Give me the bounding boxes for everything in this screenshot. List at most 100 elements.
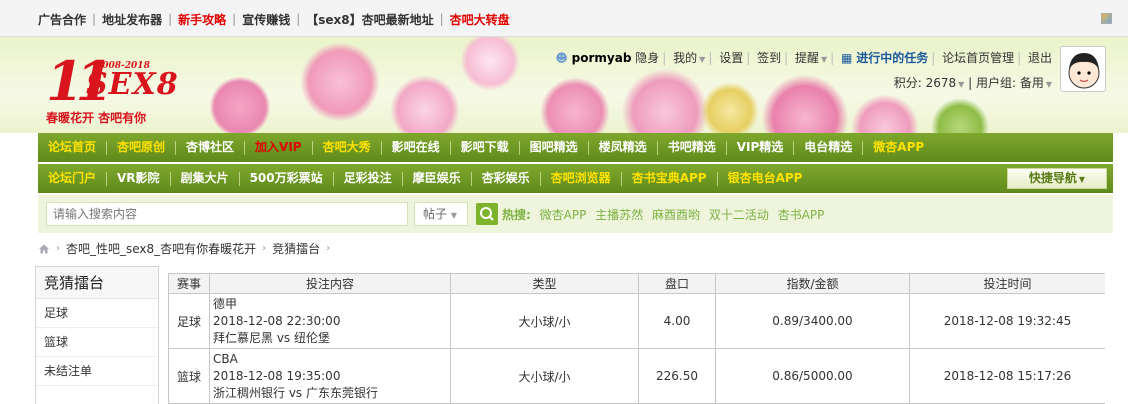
secondary-nav-item[interactable]: 杏吧浏览器 [541,164,621,193]
chevron-down-icon: ▼ [1045,80,1052,89]
flower-decoration [850,93,920,133]
search-type-select[interactable]: 帖子 ▼ [414,202,468,226]
bets-table: 赛事 投注内容 类型 盘口 指数/金额 投注时间 足球 德甲 2018-12-0… [168,273,1105,404]
bets-table-wrapper: 赛事 投注内容 类型 盘口 指数/金额 投注时间 足球 德甲 2018-12-0… [168,273,1105,404]
main-nav-item[interactable]: VIP精选 [727,133,794,162]
hot-search-item[interactable]: 杏书APP [778,208,825,222]
table-row: 足球 德甲 2018-12-08 22:30:00 拜仁慕尼黑 vs 纽伦堡 大… [168,293,1105,349]
cell-line: 226.50 [638,348,716,404]
secondary-nav-item[interactable]: 论坛门户 [38,164,106,193]
top-link-latest[interactable]: 【sex8】杏吧最新地址 [306,11,433,28]
user-link-checkin[interactable]: 签到 [757,51,781,65]
main-nav-item[interactable]: 书吧精选 [658,133,726,162]
top-links: 广告合作 | 地址发布器 | 新手攻略 | 宣传赚钱 | 【sex8】杏吧最新地址 | 杏… [38,11,510,28]
flower-decoration [390,75,460,133]
main-nav-item[interactable]: 楼凤精选 [589,133,657,162]
flower-decoration [930,97,990,133]
top-link-ads[interactable]: 广告合作 [38,11,86,28]
hot-search-item[interactable]: 麻酉酉哟 [652,208,700,222]
hot-search-item[interactable]: 双十二活动 [709,208,769,222]
user-link-invisible[interactable]: 隐身 [635,51,659,65]
user-link-settings[interactable]: 设置 [719,51,743,65]
main-nav-item[interactable]: 影吧在线 [382,133,450,162]
main-nav-item[interactable]: 杏博社区 [176,133,244,162]
user-icon: ☻ [555,51,568,65]
search-input[interactable]: 请输入搜索内容 [46,202,408,226]
user-panel: ☻ pormyab 隐身 | 我的 ▼ | 设置 | 签到 | 提醒 ▼ | ▦ 进行中的任务… [555,51,1052,90]
site-logo[interactable]: 11 2008-2018 SEX8 春暖花开 杏吧有你 [46,53,196,127]
top-link-promo[interactable]: 宣传赚钱 [242,11,290,28]
quick-nav-button[interactable]: 快捷导航 ▼ [1007,168,1107,189]
main-nav-item[interactable]: 图吧精选 [520,133,588,162]
secondary-nav-item[interactable]: 银杏电台APP [718,164,813,193]
secondary-nav: 论坛门户 VR影院 剧集大片 500万彩票站 足彩投注 摩臣娱乐 杏彩娱乐 杏吧浏览器 杏书宝典… [38,164,1113,193]
user-link-admin[interactable]: 论坛首页管理 [942,51,1014,65]
main-nav-item[interactable]: 论坛首页 [38,133,106,162]
main-nav-item[interactable]: 微杏APP [863,133,934,162]
secondary-nav-item[interactable]: VR影院 [107,164,170,193]
secondary-nav-item[interactable]: 摩臣娱乐 [403,164,471,193]
column-header: 盘口 [638,273,716,294]
secondary-nav-item[interactable]: 杏彩娱乐 [472,164,540,193]
main-nav-item[interactable]: 影吧下载 [451,133,519,162]
bet-league: 德甲 [213,296,238,311]
secondary-nav-item[interactable]: 500万彩票站 [240,164,333,193]
breadcrumb-home[interactable]: 杏吧_性吧_sex8_杏吧有你春暖花开 [66,241,256,257]
user-link-mine[interactable]: 我的 [673,51,697,65]
secondary-nav-item[interactable]: 杏书宝典APP [622,164,717,193]
top-link-address[interactable]: 地址发布器 [102,11,162,28]
bet-match-time: 2018-12-08 22:30:00 [213,313,341,328]
avatar[interactable] [1060,46,1106,92]
bet-match: 拜仁慕尼黑 vs 纽伦堡 [213,330,330,345]
breadcrumb-current[interactable]: 竞猜擂台 [272,241,320,257]
cell-odds: 0.86/5000.00 [715,348,910,404]
flower-decoration [300,42,380,122]
chevron-right-icon: › [326,243,331,254]
breadcrumb: › 杏吧_性吧_sex8_杏吧有你春暖花开 › 竞猜擂台 › [38,241,336,257]
chevron-right-icon: › [262,243,267,254]
main-nav: 论坛首页 杏吧原创 杏博社区 加入VIP 杏吧大秀 影吧在线 影吧下载 图吧精选 楼凤精选 书吧精… [38,133,1113,162]
cell-sport: 足球 [168,293,210,349]
search-icon [480,207,494,221]
table-header-row: 赛事 投注内容 类型 盘口 指数/金额 投注时间 [168,273,1105,294]
column-header: 投注时间 [909,273,1105,294]
cell-line: 4.00 [638,293,716,349]
hot-search-item[interactable]: 主播苏然 [595,208,643,222]
search-bar: 请输入搜索内容 帖子 ▼ 热搜: 微杏APP 主播苏然 麻酉酉哟 双十二活动 杏… [38,195,1113,233]
hot-search-item[interactable]: 微杏APP [540,208,587,222]
main-nav-item[interactable]: 加入VIP [245,133,312,162]
user-group[interactable]: 用户组: 备用 [976,76,1044,90]
chevron-down-icon: ▼ [699,55,706,64]
chevron-down-icon: ▼ [450,211,457,220]
header-banner: 11 2008-2018 SEX8 春暖花开 杏吧有你 ☻ pormyab 隐身… [0,37,1128,133]
cell-type: 大小球/小 [450,348,639,404]
main-nav-item[interactable]: 电台精选 [794,133,862,162]
username-link[interactable]: pormyab [572,51,632,65]
main-nav-item[interactable]: 杏吧大秀 [313,133,381,162]
user-link-notify[interactable]: 提醒 [795,51,819,65]
secondary-nav-item[interactable]: 剧集大片 [171,164,239,193]
flower-decoration [460,37,520,91]
column-header: 类型 [450,273,639,294]
task-icon: ▦ [841,51,853,65]
search-button[interactable] [476,203,498,225]
column-header: 指数/金额 [715,273,910,294]
top-link-guide[interactable]: 新手攻略 [178,11,226,28]
user-link-task[interactable]: 进行中的任务 [856,51,928,65]
rss-icon[interactable] [1101,13,1112,24]
home-icon[interactable] [38,243,50,255]
user-points[interactable]: 积分: 2678 [894,76,956,90]
sidebar: 竞猜擂台 足球 篮球 未结注单 [35,266,159,404]
logout-link[interactable]: 退出 [1028,51,1052,65]
main-nav-item[interactable]: 杏吧原创 [107,133,175,162]
cell-type: 大小球/小 [450,293,639,349]
hot-search-label: 热搜: [502,208,531,222]
secondary-nav-item[interactable]: 足彩投注 [334,164,402,193]
top-bar: 广告合作 | 地址发布器 | 新手攻略 | 宣传赚钱 | 【sex8】杏吧最新地址 | 杏… [0,0,1128,37]
sidebar-item-basketball[interactable]: 篮球 [36,328,158,357]
sidebar-item-unsettled[interactable]: 未结注单 [36,357,158,386]
sidebar-item-football[interactable]: 足球 [36,299,158,328]
chevron-down-icon: ▼ [1078,175,1086,184]
top-link-wheel[interactable]: 杏吧大转盘 [450,11,510,28]
bet-match: 浙江稠州银行 vs 广东东莞银行 [213,385,378,400]
